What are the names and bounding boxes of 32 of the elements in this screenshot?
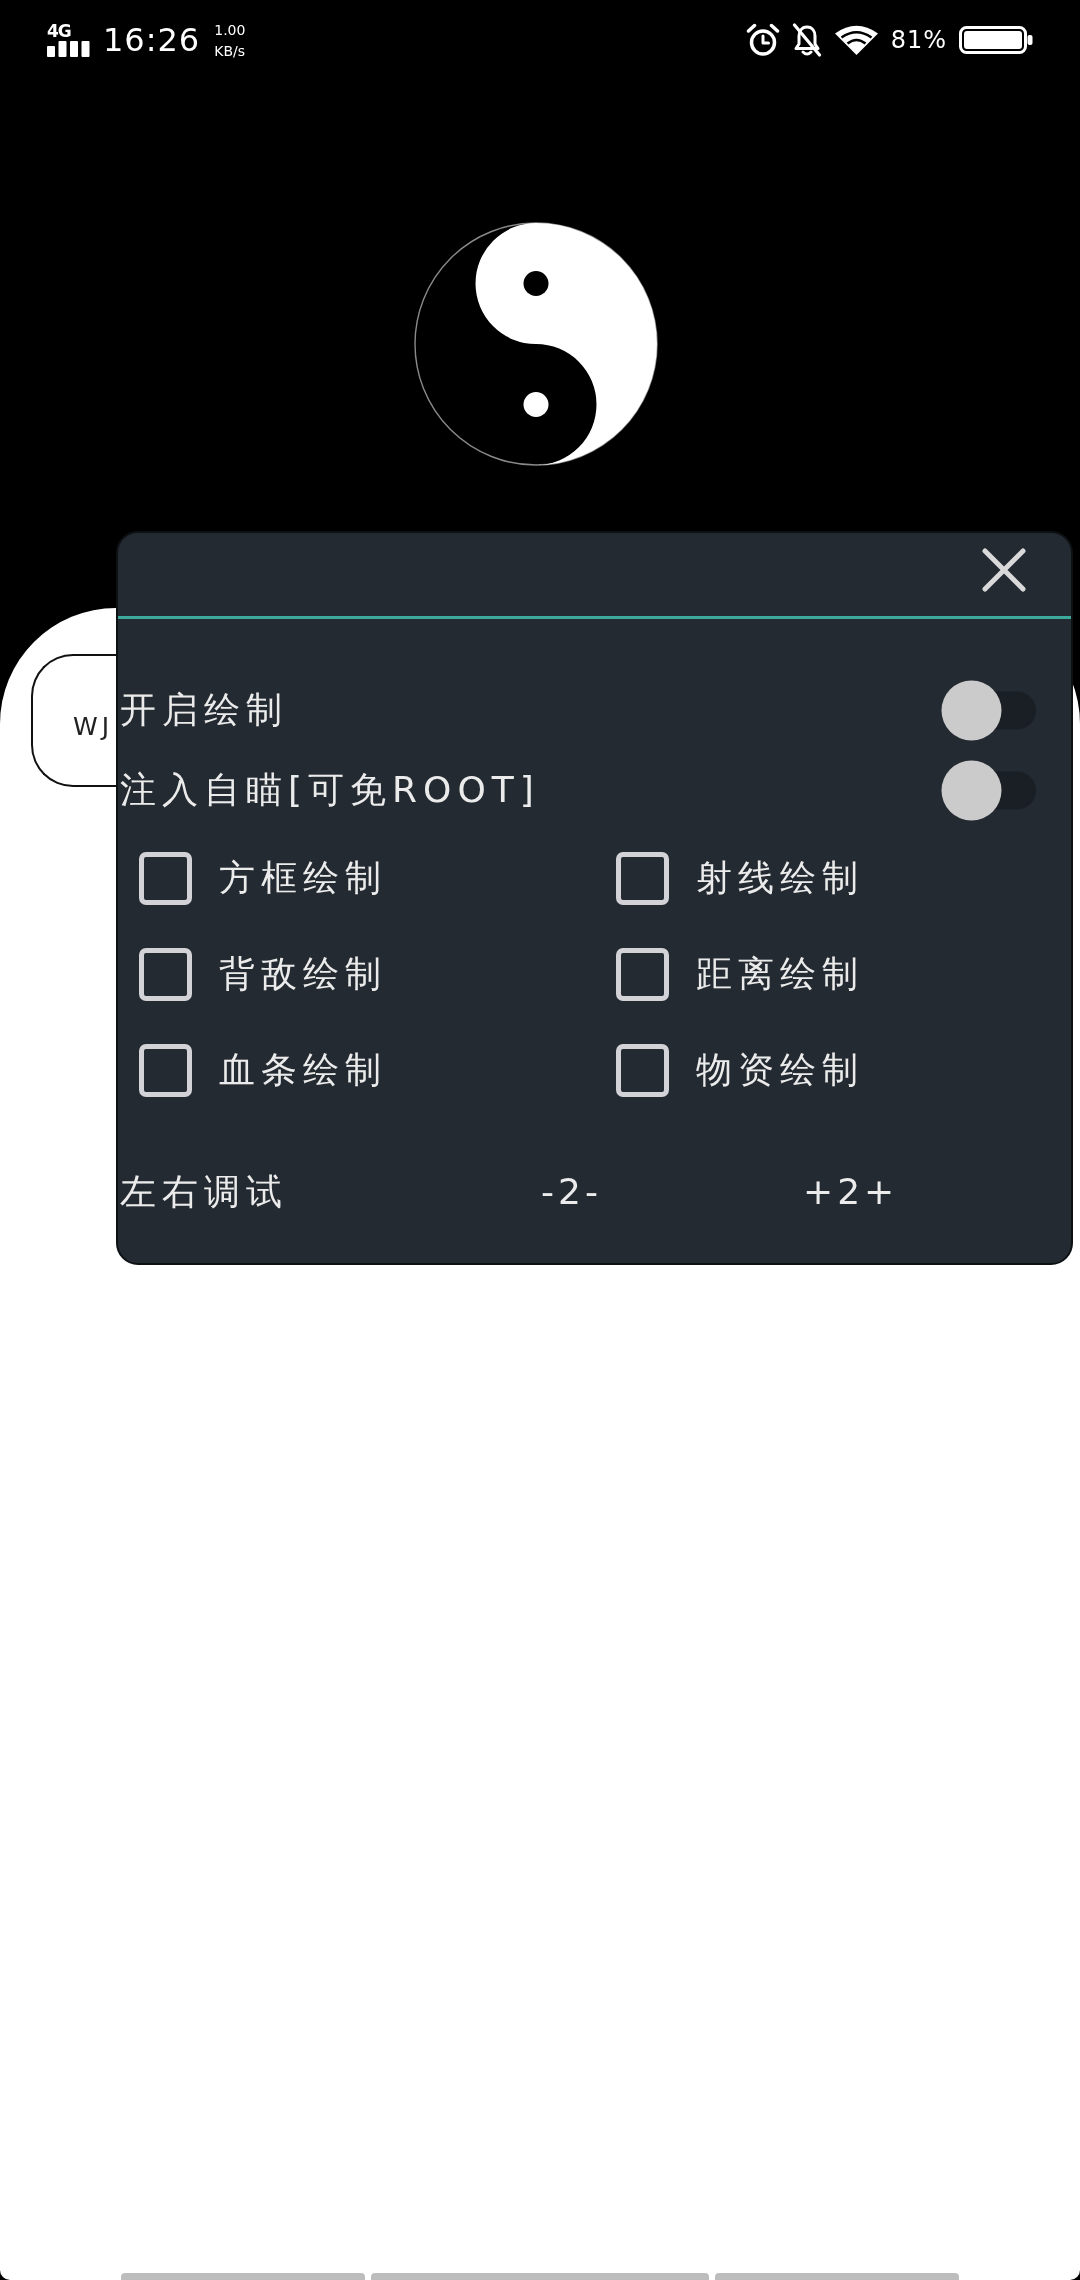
switch-label: 开启绘制	[120, 688, 288, 732]
wifi-icon	[833, 24, 879, 56]
decrease-button[interactable]: -2-	[541, 1170, 602, 1214]
battery-percent: 81%	[890, 28, 947, 52]
close-icon	[982, 548, 1026, 592]
checkbox[interactable]	[616, 947, 669, 1001]
network-speed: 1.00	[214, 22, 246, 37]
checkbox-label: 距离绘制	[696, 952, 864, 996]
toggle-switch[interactable]	[941, 679, 1036, 741]
network-type-label: 4G	[47, 23, 71, 39]
toggle-switch[interactable]	[941, 759, 1036, 821]
switch-label: 注入自瞄[可免ROOT]	[120, 768, 540, 812]
checkbox[interactable]	[139, 947, 192, 1001]
muted-bell-icon	[791, 23, 822, 57]
checkbox-label: 射线绘制	[696, 856, 864, 900]
speed-unit: KB/s	[214, 43, 246, 58]
alarm-clock-icon	[745, 23, 780, 57]
checkbox-label: 物资绘制	[696, 1048, 864, 1092]
checkbox[interactable]	[139, 1043, 192, 1097]
adjust-label: 左右调试	[120, 1170, 288, 1214]
checkbox[interactable]	[616, 851, 669, 905]
checkbox-label: 血条绘制	[219, 1048, 387, 1092]
increase-button[interactable]: +2+	[803, 1170, 899, 1214]
close-button[interactable]	[982, 548, 1026, 592]
signal-icon	[47, 41, 90, 57]
battery-icon	[959, 26, 1033, 54]
checkbox[interactable]	[139, 851, 192, 905]
clock-time: 16:26	[103, 24, 201, 56]
checkbox-label: 方框绘制	[219, 856, 387, 900]
checkbox-label: 背敌绘制	[219, 952, 387, 996]
checkbox[interactable]	[616, 1043, 669, 1097]
card-label: WJ	[73, 711, 114, 742]
